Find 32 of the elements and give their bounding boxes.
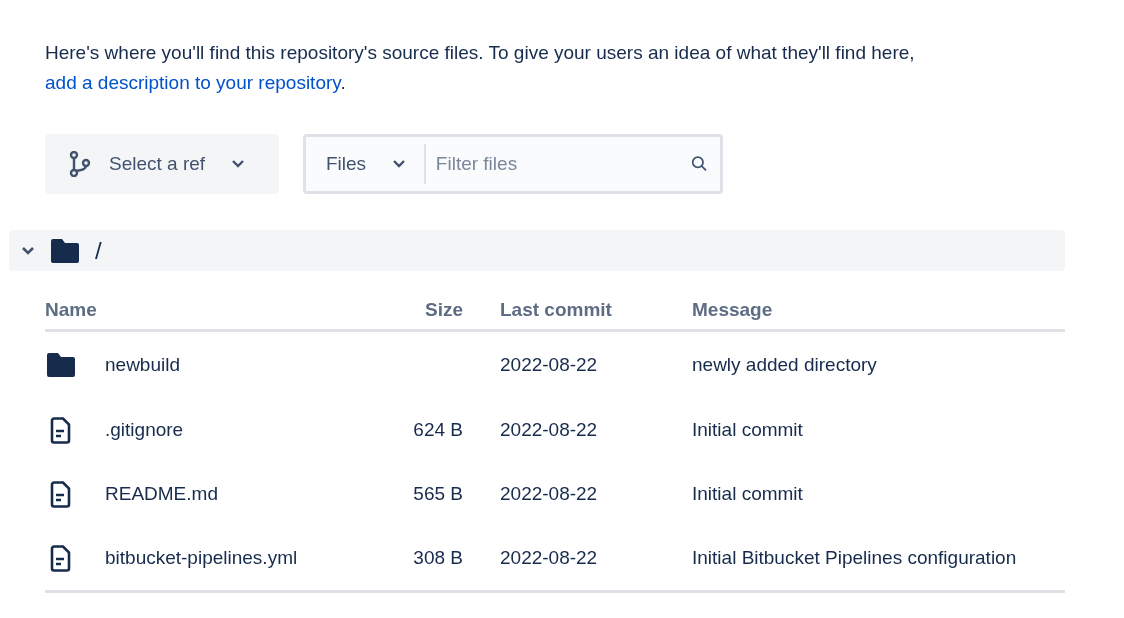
column-header[interactable]: Name [45, 291, 385, 331]
column-header[interactable]: Message [692, 291, 1065, 331]
filter-field[interactable]: Files Filter files [303, 134, 723, 194]
folder-icon [49, 236, 81, 265]
file-name-link[interactable]: README.md [105, 483, 218, 505]
column-header[interactable]: Last commit [463, 291, 692, 331]
file-name-link[interactable]: newbuild [105, 354, 180, 376]
caret-icon [231, 159, 246, 169]
commit-message: newly added directory [692, 354, 877, 375]
file-size: 565 B [413, 483, 463, 504]
folder-icon [45, 351, 77, 379]
commit-date: 2022-08-22 [500, 483, 598, 504]
commit-date: 2022-08-22 [500, 419, 598, 440]
search-icon [690, 154, 708, 174]
file-name-link[interactable]: bitbucket-pipelines.yml [105, 547, 298, 569]
branch-icon [69, 151, 91, 177]
root-path: / [95, 236, 102, 265]
file-size: 624 B [413, 419, 463, 440]
commit-message: Initial Bitbucket Pipelines configuration [692, 547, 1017, 568]
ref-select-button[interactable]: Select a ref [45, 134, 279, 194]
commit-date: 2022-08-22 [500, 354, 598, 375]
scope-dropdown[interactable]: Files [306, 137, 425, 191]
file-size: 308 B [413, 547, 463, 568]
commit-message: Initial commit [692, 483, 803, 504]
file-name-link[interactable]: .gitignore [105, 419, 184, 441]
description-text: Here's where you'll find this repository's source files. To give your users an idea of what they'll find here, add a description to your repository. [45, 41, 916, 95]
caret-icon [392, 159, 407, 169]
commit-date: 2022-08-22 [500, 547, 598, 568]
commit-message: Initial commit [692, 419, 803, 440]
description-link[interactable]: add a description to your repository [45, 72, 341, 93]
root-folder-bar[interactable]: / [9, 230, 1065, 271]
column-header[interactable]: Size [385, 291, 463, 331]
